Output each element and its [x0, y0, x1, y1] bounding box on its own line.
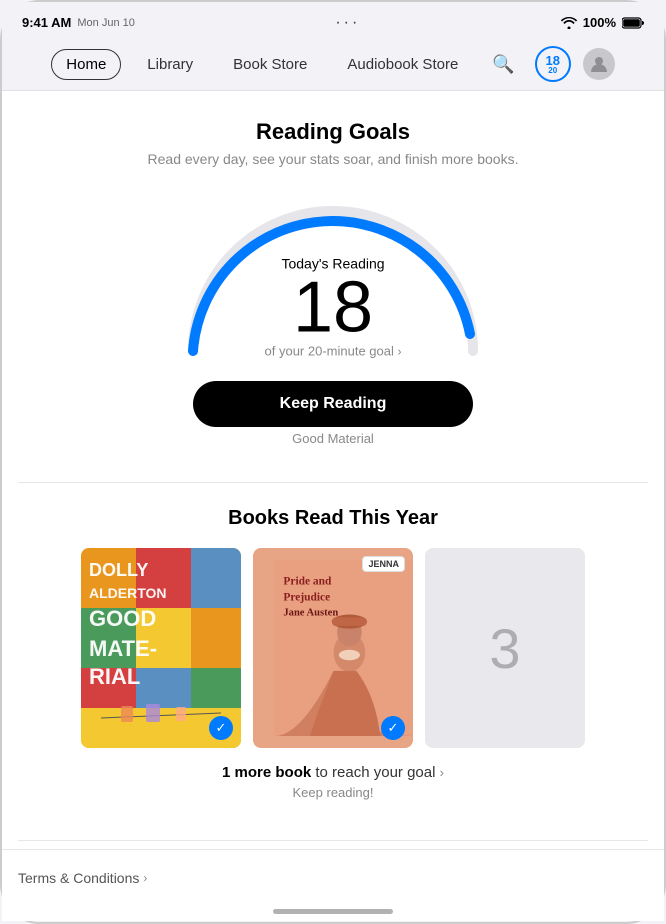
books-section: Books Read This Year [2, 483, 664, 820]
gauge-container: Today's Reading 18 of your 20-minute goa… [173, 191, 493, 361]
home-indicator [273, 909, 393, 914]
svg-text:Pride and: Pride and [283, 576, 332, 588]
battery-icon [622, 17, 644, 29]
terms-label: Terms & Conditions [18, 870, 139, 886]
svg-text:DOLLY: DOLLY [89, 560, 148, 580]
terms-link[interactable]: Terms & Conditions › [18, 870, 147, 886]
books-section-title: Books Read This Year [18, 507, 648, 530]
jenna-badge: JENNA [362, 556, 405, 572]
badge-sub: 20 [548, 67, 557, 75]
gauge-goal-text: of your 20-minute goal › [265, 343, 402, 358]
status-bar: 9:41 AM Mon Jun 10 ··· 100% [2, 2, 664, 38]
book-card-2[interactable]: Pride and Prejudice Jane Austen [253, 548, 413, 748]
placeholder-number: 3 [489, 616, 520, 681]
svg-text:ALDERTON: ALDERTON [89, 585, 167, 601]
wifi-icon [561, 17, 577, 29]
nav-home[interactable]: Home [51, 49, 121, 80]
book2-cover-art: Pride and Prejudice Jane Austen [265, 560, 413, 736]
book-card-1[interactable]: DOLLY ALDERTON GOOD MATE- RIAL ✓ [81, 548, 241, 748]
reading-goals-subtitle: Read every day, see your stats soar, and… [22, 151, 644, 167]
svg-text:GOOD: GOOD [89, 606, 156, 631]
svg-text:Jane Austen: Jane Austen [283, 607, 338, 618]
terms-chevron: › [143, 871, 147, 885]
status-dots: ··· [335, 14, 360, 32]
status-icons: 100% [561, 15, 644, 30]
reading-goals-section: Reading Goals Read every day, see your s… [2, 91, 664, 482]
main-content: Reading Goals Read every day, see your s… [2, 91, 664, 921]
reading-goals-title: Reading Goals [22, 119, 644, 145]
nav-audiobook[interactable]: Audiobook Store [333, 50, 472, 79]
status-time: 9:41 AM [22, 15, 71, 30]
svg-text:RIAL: RIAL [89, 664, 140, 689]
keep-reading-button[interactable]: Keep Reading [193, 381, 473, 427]
goal-chevron: › [440, 765, 444, 780]
svg-text:MATE-: MATE- [89, 636, 157, 661]
gauge-minutes: 18 [265, 271, 402, 343]
profile-avatar[interactable] [583, 48, 615, 80]
book-cover-good-material: DOLLY ALDERTON GOOD MATE- RIAL ✓ [81, 548, 241, 748]
nav-library[interactable]: Library [133, 50, 207, 79]
badge-number: 18 [545, 54, 559, 67]
book-cover-pride-prejudice: Pride and Prejudice Jane Austen [253, 548, 413, 748]
gauge-goal-chevron: › [397, 344, 401, 358]
books-row: DOLLY ALDERTON GOOD MATE- RIAL ✓ [18, 548, 648, 748]
spacer [2, 820, 664, 840]
nav-bar: Home Library Book Store Audiobook Store … [2, 38, 664, 91]
book-placeholder: 3 [425, 548, 585, 748]
battery-text: 100% [583, 15, 616, 30]
goal-highlight: 1 more book [222, 764, 311, 781]
reading-badge[interactable]: 18 20 [535, 46, 571, 82]
keep-reading-sub: Good Material [22, 431, 644, 446]
search-icon[interactable]: 🔍 [484, 50, 522, 79]
status-date: Mon Jun 10 [77, 17, 134, 29]
books-goal-sub: Keep reading! [18, 785, 648, 800]
person-icon [589, 54, 609, 74]
book1-checkmark: ✓ [209, 716, 233, 740]
gauge-center: Today's Reading 18 of your 20-minute goa… [265, 255, 402, 358]
goal-text-post: to reach your goal [315, 764, 435, 781]
terms-section: Terms & Conditions › [2, 849, 664, 908]
book2-checkmark: ✓ [381, 716, 405, 740]
terms-divider [18, 840, 648, 841]
books-goal-progress[interactable]: 1 more book to reach your goal › [18, 764, 648, 781]
svg-text:Prejudice: Prejudice [283, 591, 330, 603]
nav-bookstore[interactable]: Book Store [219, 50, 321, 79]
